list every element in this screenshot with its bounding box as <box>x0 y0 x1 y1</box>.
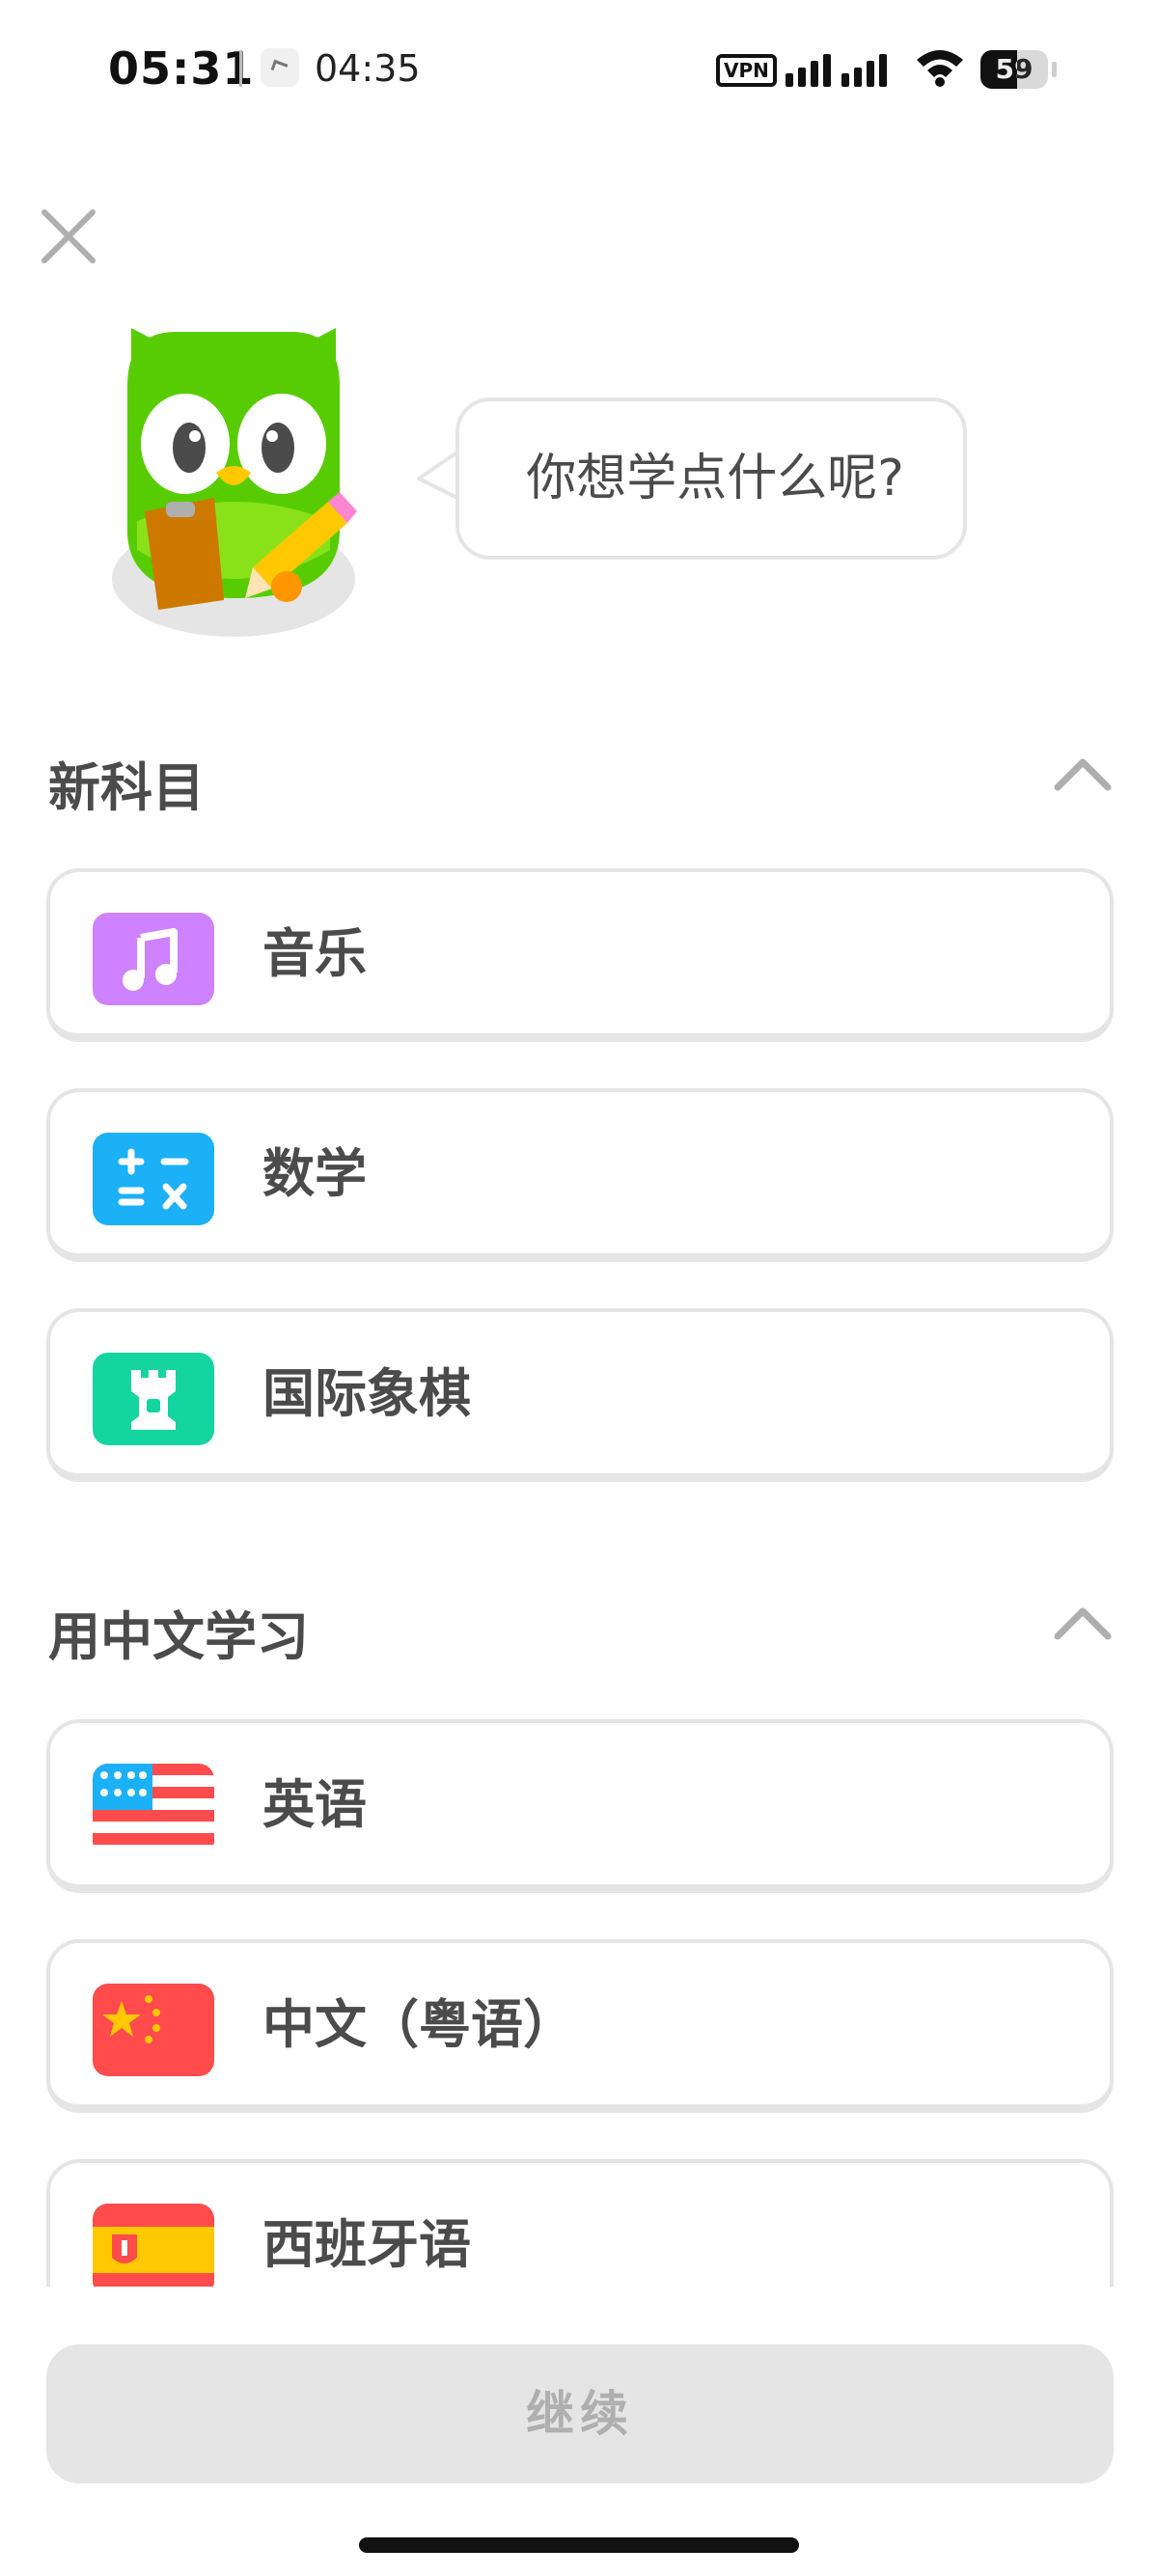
status-separator <box>239 50 242 87</box>
close-icon[interactable] <box>35 203 102 270</box>
owl-mascot-icon <box>112 328 357 637</box>
continue-button[interactable]: 继续 <box>46 2344 1114 2483</box>
language-card-english[interactable]: 英语 <box>46 1719 1114 1893</box>
section-title-new-subjects: 新科目 <box>48 757 205 818</box>
chevron-up-icon[interactable] <box>1052 1603 1114 1642</box>
speech-bubble: 你想学点什么呢? <box>455 397 967 560</box>
chevron-up-icon[interactable] <box>1052 754 1114 793</box>
subject-card-chess[interactable]: 国际象棋 <box>46 1308 1114 1482</box>
status-bar: 05:31 04:35 VPN 59 <box>0 0 1158 145</box>
subject-label: 数学 <box>262 1143 367 1204</box>
status-secondary-time: 04:35 <box>315 47 421 90</box>
spain-flag-icon <box>93 2204 214 2287</box>
language-card-cantonese[interactable]: 中文（粤语） <box>46 1939 1114 2113</box>
home-indicator[interactable] <box>359 2537 799 2553</box>
china-flag-icon <box>93 1984 214 2076</box>
language-label: 中文（粤语） <box>262 1994 575 2055</box>
status-time: 05:31 <box>108 42 255 95</box>
us-flag-icon <box>93 1764 214 1856</box>
subject-card-math[interactable]: 数学 <box>46 1088 1114 1262</box>
chess-rook-icon <box>93 1353 214 1445</box>
vpn-icon: VPN <box>716 54 777 87</box>
battery-tip <box>1052 62 1057 77</box>
battery-icon: 59 <box>980 50 1048 89</box>
subject-card-music[interactable]: 音乐 <box>46 868 1114 1042</box>
subject-label: 国际象棋 <box>262 1363 471 1424</box>
wifi-icon <box>917 50 963 87</box>
language-label: 英语 <box>262 1774 367 1835</box>
language-label: 西班牙语 <box>262 2214 471 2275</box>
continue-button-label: 继续 <box>526 2386 634 2442</box>
speech-bubble-text: 你想学点什么呢? <box>526 450 904 507</box>
subject-label: 音乐 <box>262 923 367 984</box>
battery-level: 59 <box>995 53 1034 85</box>
list-scroll-clip: 西班牙语 <box>0 2123 1158 2287</box>
music-icon <box>93 913 214 1005</box>
section-title-learn-in-chinese: 用中文学习 <box>48 1606 309 1667</box>
math-icon <box>93 1133 214 1225</box>
signal-icon <box>786 50 887 87</box>
language-card-spanish[interactable]: 西班牙语 <box>46 2159 1114 2287</box>
notification-app-icon <box>261 48 299 87</box>
